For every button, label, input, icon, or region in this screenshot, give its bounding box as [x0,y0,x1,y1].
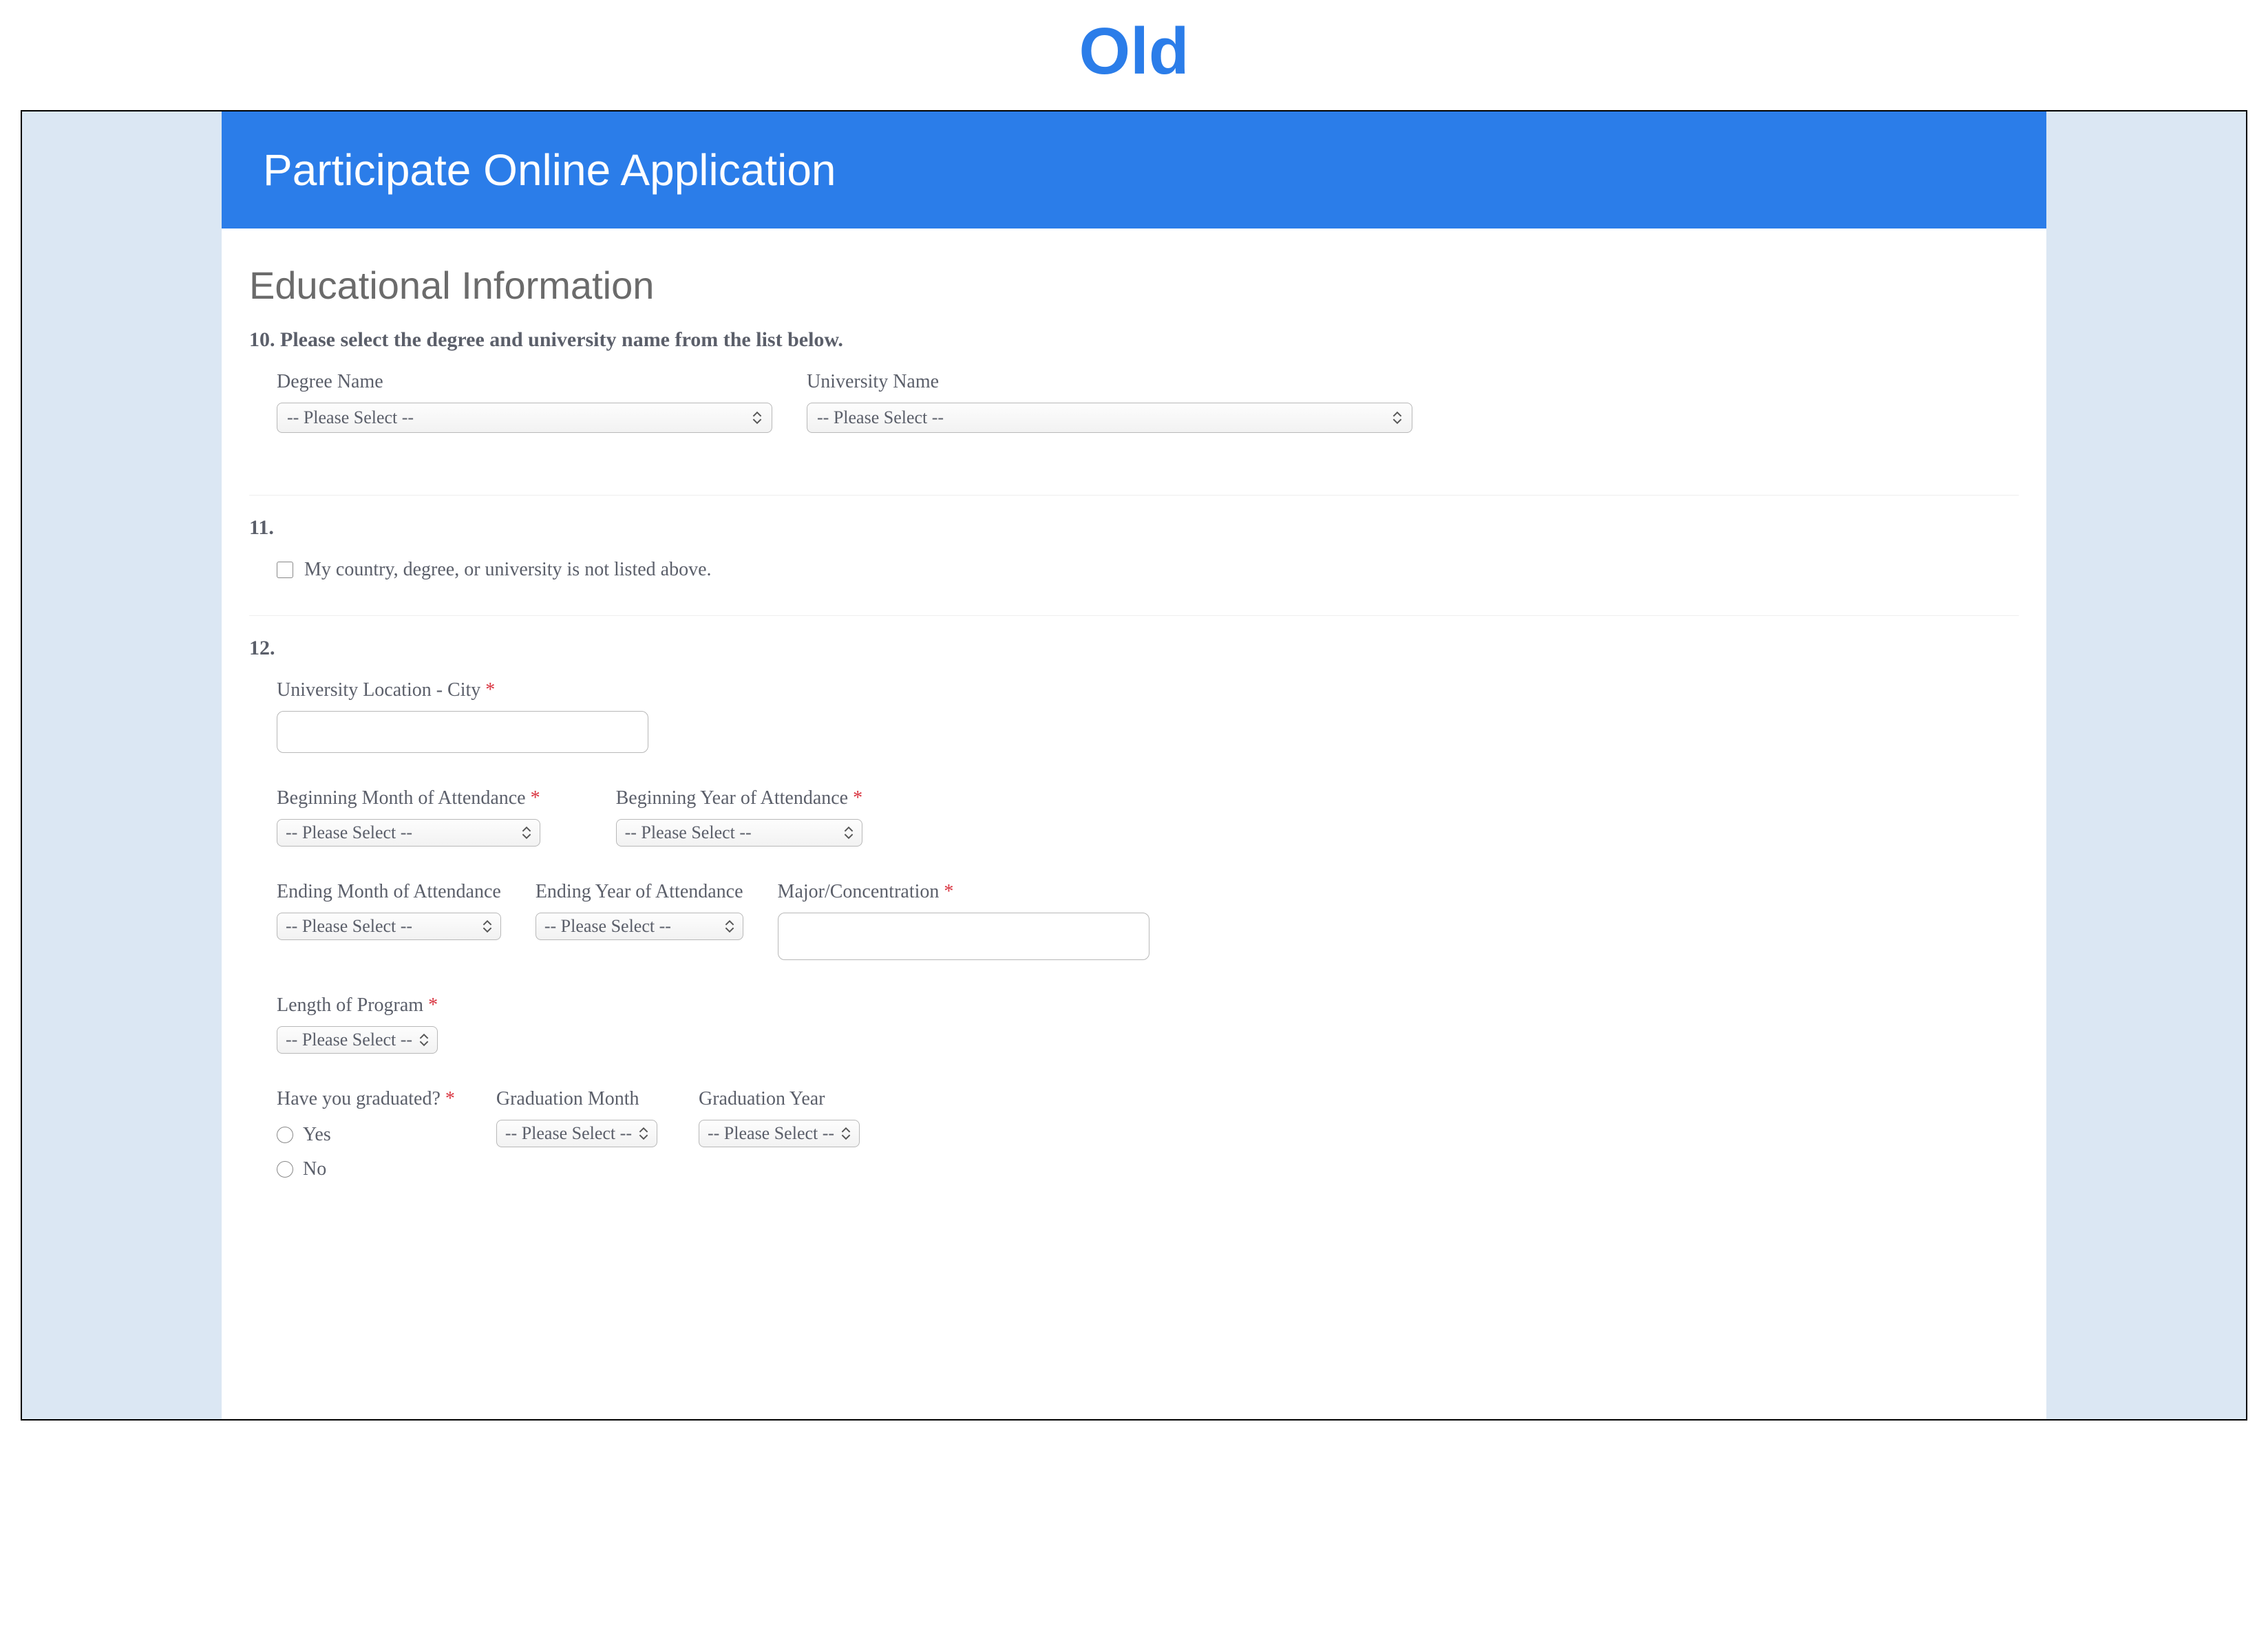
end-year-label: Ending Year of Attendance [536,881,743,903]
grad-month-label: Graduation Month [496,1088,657,1110]
end-month-select[interactable]: -- Please Select -- [277,913,501,940]
university-name-label: University Name [807,371,1412,393]
select-arrows-icon [483,919,492,933]
grad-month-value: -- Please Select -- [505,1123,632,1144]
grad-year-select[interactable]: -- Please Select -- [699,1120,860,1147]
end-year-select[interactable]: -- Please Select -- [536,913,743,940]
begin-month-label: Beginning Month of Attendance * [277,787,540,809]
question-12: 12. University Location - City * Beginni… [222,637,2046,1187]
begin-month-value: -- Please Select -- [286,822,412,843]
major-input[interactable] [778,913,1149,960]
select-arrows-icon [639,1127,648,1140]
graduated-no-radio[interactable] [277,1161,293,1178]
major-label: Major/Concentration * [778,881,1149,903]
grad-year-label: Graduation Year [699,1088,860,1110]
end-month-value: -- Please Select -- [286,916,412,937]
begin-month-select[interactable]: -- Please Select -- [277,819,540,847]
select-arrows-icon [419,1033,429,1047]
section-title: Educational Information [222,228,2046,328]
select-arrows-icon [752,411,762,425]
select-arrows-icon [725,919,734,933]
select-arrows-icon [1392,411,1402,425]
degree-name-label: Degree Name [277,371,772,393]
graduated-yes-radio[interactable] [277,1127,293,1143]
graduated-yes-label: Yes [303,1124,331,1146]
not-listed-checkbox[interactable] [277,562,293,578]
q11-num: 11. [249,516,2019,540]
university-name-select[interactable]: -- Please Select -- [807,403,1412,433]
graduated-label: Have you graduated? * [277,1088,455,1110]
required-asterisk: * [531,787,540,809]
degree-name-value: -- Please Select -- [287,407,414,428]
app-header: Participate Online Application [222,111,2046,228]
grad-month-select[interactable]: -- Please Select -- [496,1120,657,1147]
begin-year-select[interactable]: -- Please Select -- [616,819,863,847]
degree-name-select[interactable]: -- Please Select -- [277,403,772,433]
begin-year-value: -- Please Select -- [625,822,752,843]
end-year-value: -- Please Select -- [544,916,671,937]
app-frame: Participate Online Application Education… [21,110,2247,1421]
required-asterisk: * [944,881,953,902]
required-asterisk: * [853,787,862,809]
app-content: Participate Online Application Education… [222,111,2046,1419]
length-select[interactable]: -- Please Select -- [277,1026,438,1054]
length-value: -- Please Select -- [286,1030,412,1050]
city-label: University Location - City * [277,679,648,701]
not-listed-label: My country, degree, or university is not… [304,559,712,581]
grad-year-value: -- Please Select -- [708,1123,834,1144]
required-asterisk: * [445,1088,455,1109]
required-asterisk: * [485,679,495,701]
required-asterisk: * [428,994,438,1016]
screenshot-label: Old [0,0,2268,110]
graduated-no-label: No [303,1158,326,1180]
divider [249,495,2019,496]
question-10: 10. Please select the degree and univers… [222,328,2046,454]
app-title: Participate Online Application [263,145,836,195]
university-name-value: -- Please Select -- [817,407,944,428]
divider [249,615,2019,616]
question-11: 11. My country, degree, or university is… [222,516,2046,595]
length-label: Length of Program * [277,994,438,1017]
q10-label: 10. Please select the degree and univers… [249,328,2019,352]
select-arrows-icon [841,1127,851,1140]
end-month-label: Ending Month of Attendance [277,881,501,903]
city-input[interactable] [277,711,648,753]
q12-num: 12. [249,637,2019,660]
select-arrows-icon [522,826,531,840]
begin-year-label: Beginning Year of Attendance * [616,787,863,809]
select-arrows-icon [844,826,854,840]
